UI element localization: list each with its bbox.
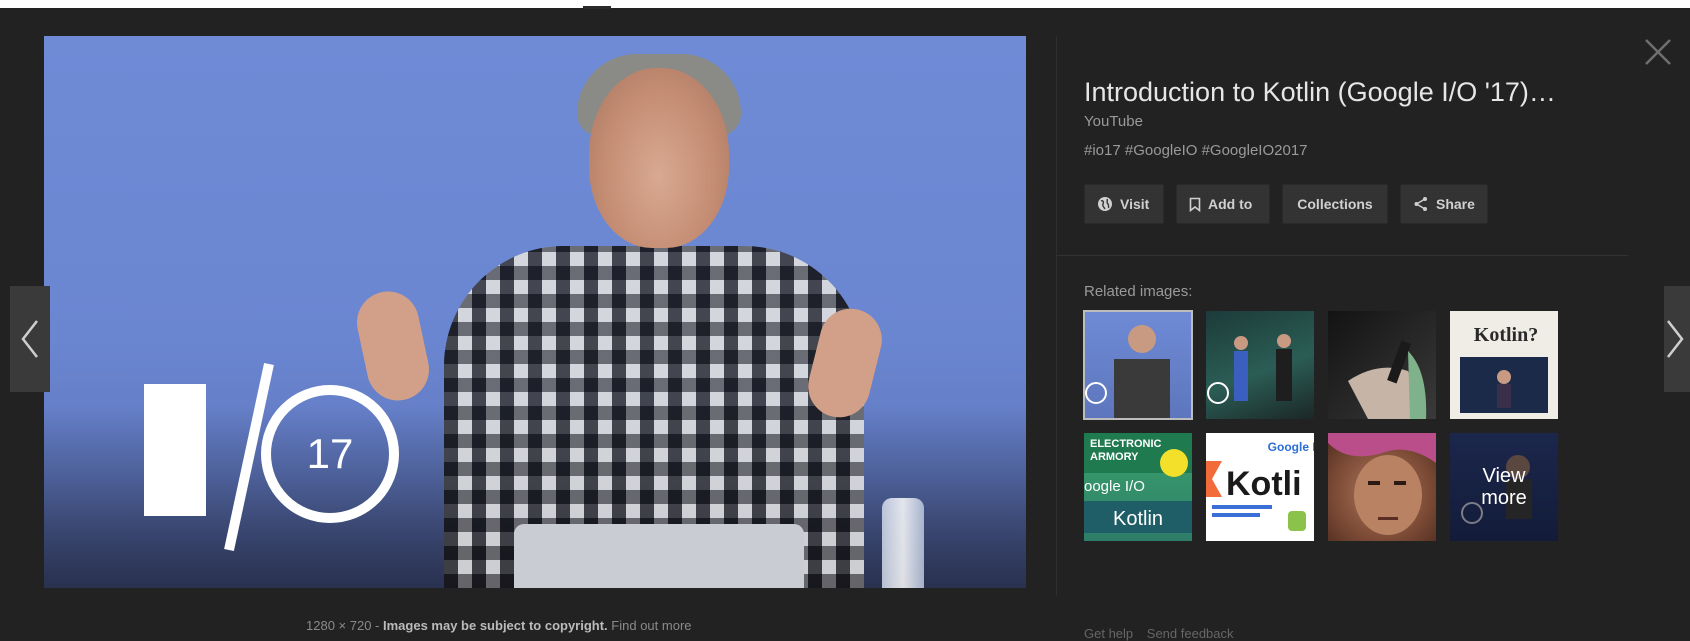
thumb-4-text: Kotlin? xyxy=(1474,324,1538,346)
thumb-5-image: ELECTRONIC ARMORY oogle I/O Kotlin xyxy=(1084,433,1192,533)
image-bottle xyxy=(882,498,924,588)
related-thumb-7[interactable] xyxy=(1328,433,1436,541)
previous-image-button[interactable] xyxy=(10,286,50,392)
chevron-right-icon xyxy=(1667,320,1684,358)
action-bar: Visit Add to Collections Share xyxy=(1084,184,1488,224)
thumb-5-text-1: ELECTRONIC xyxy=(1090,438,1162,450)
main-image[interactable]: 17 xyxy=(44,36,1026,588)
top-notch xyxy=(583,6,611,9)
chevron-left-icon xyxy=(21,320,38,358)
image-head xyxy=(589,68,729,248)
share-button-label: Share xyxy=(1436,196,1475,212)
bookmark-icon xyxy=(1189,197,1201,212)
share-button[interactable]: Share xyxy=(1400,184,1488,224)
section-divider xyxy=(1056,255,1628,256)
find-out-more-link[interactable]: Find out more xyxy=(611,618,691,633)
image-laptop xyxy=(514,524,804,588)
collections-button-label: Collections xyxy=(1297,196,1373,212)
io-logo-number: 17 xyxy=(307,430,354,477)
related-images-label: Related images: xyxy=(1084,283,1193,300)
thumb-5-text-4: Kotlin xyxy=(1113,508,1163,530)
view-more-line-2: more xyxy=(1481,487,1527,509)
visit-button[interactable]: Visit xyxy=(1084,184,1164,224)
share-icon xyxy=(1413,196,1429,212)
image-dimensions: 1280 × 720 xyxy=(306,618,372,633)
help-footer: Get help Send feedback xyxy=(1084,626,1244,641)
thumb-1-image xyxy=(1085,325,1170,419)
thumb-3-image xyxy=(1348,340,1427,419)
view-more-line-1: View xyxy=(1482,465,1526,487)
image-source[interactable]: YouTube xyxy=(1084,113,1143,130)
thumb-6-text-2: Kotli xyxy=(1226,465,1302,503)
thumb-2-image xyxy=(1207,334,1292,404)
related-thumb-2[interactable] xyxy=(1206,311,1314,419)
thumb-6-image: Google I/O Kotli xyxy=(1206,440,1314,531)
related-thumb-8[interactable]: View more xyxy=(1450,433,1558,541)
close-icon xyxy=(1645,39,1671,65)
image-footer: 1280 × 720 - Images may be subject to co… xyxy=(306,618,692,633)
next-image-button[interactable] xyxy=(1664,286,1690,392)
google-io-logo: 17 xyxy=(144,362,399,552)
related-thumb-1[interactable] xyxy=(1083,310,1193,420)
thumb-6-text-1: Google I/O xyxy=(1268,440,1314,454)
thumb-5-text-3: oogle I/O xyxy=(1084,478,1145,495)
view-more-overlay[interactable]: View more xyxy=(1450,433,1558,541)
image-title[interactable]: Introduction to Kotlin (Google I/O '17)… xyxy=(1084,77,1556,108)
image-tags: #io17 #GoogleIO #GoogleIO2017 xyxy=(1084,142,1308,159)
panel-divider xyxy=(1056,36,1057,596)
thumb-5-text-2: ARMORY xyxy=(1090,451,1139,463)
top-bar xyxy=(0,0,1690,8)
footer-separator: - xyxy=(371,618,383,633)
send-feedback-link[interactable]: Send feedback xyxy=(1147,626,1234,641)
copyright-notice: Images may be subject to copyright. xyxy=(383,618,608,633)
add-to-button-label: Add to xyxy=(1208,196,1253,212)
visit-button-label: Visit xyxy=(1120,196,1150,212)
related-thumb-5[interactable]: ELECTRONIC ARMORY oogle I/O Kotlin xyxy=(1084,433,1192,541)
related-thumb-6[interactable]: Google I/O Kotli xyxy=(1206,433,1314,541)
thumb-7-image xyxy=(1328,433,1436,535)
get-help-link[interactable]: Get help xyxy=(1084,626,1133,641)
add-to-button[interactable]: Add to xyxy=(1176,184,1270,224)
collections-button[interactable]: Collections xyxy=(1282,184,1388,224)
close-button[interactable] xyxy=(1642,36,1674,68)
thumb-4-image: Kotlin? xyxy=(1460,324,1548,413)
related-thumb-3[interactable] xyxy=(1328,311,1436,419)
related-thumb-4[interactable]: Kotlin? xyxy=(1450,311,1558,419)
globe-icon xyxy=(1097,196,1113,212)
